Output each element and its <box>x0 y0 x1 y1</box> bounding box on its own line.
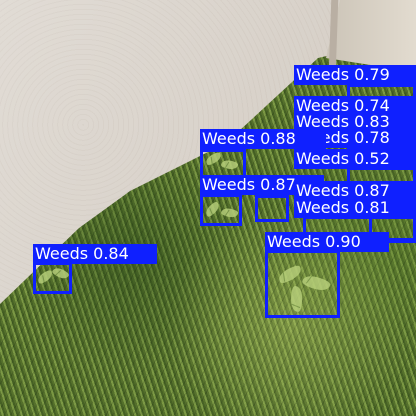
detection-overlay: Weeds 0.79 Weeds 0.74 Weeds 0.83 Weeds 0… <box>0 0 416 416</box>
detection-confidence: 0.84 <box>93 244 129 263</box>
detection-confidence: 0.81 <box>354 198 390 217</box>
detection-confidence: 0.87 <box>260 175 296 194</box>
detection-box <box>33 262 72 294</box>
detection-class: Weeds <box>202 175 256 194</box>
detection-box <box>265 250 340 318</box>
detection-label: Weeds 0.79 <box>294 65 416 85</box>
detection-label: Weeds 0.88 <box>200 129 326 149</box>
detection-confidence: 0.88 <box>260 129 296 148</box>
detection-class: Weeds <box>202 129 256 148</box>
detection-confidence: 0.90 <box>325 232 361 251</box>
weed-detection-image: Weeds 0.79 Weeds 0.74 Weeds 0.83 Weeds 0… <box>0 0 416 416</box>
detection-box <box>200 194 242 226</box>
detection-confidence: 0.52 <box>354 149 390 168</box>
detection-label: Weeds 0.90 <box>265 232 389 252</box>
detection-class: Weeds <box>296 149 350 168</box>
detection-class: Weeds <box>267 232 321 251</box>
detection-box <box>255 195 289 222</box>
detection-label: Weeds 0.84 <box>33 244 157 264</box>
detection-label: Weeds 0.52 <box>294 149 416 169</box>
detection-class: Weeds <box>35 244 89 263</box>
detection-confidence: 0.78 <box>354 128 390 147</box>
detection-confidence: 0.79 <box>354 65 390 84</box>
detection-class: Weeds <box>296 198 350 217</box>
detection-class: Weeds <box>296 65 350 84</box>
detection-label: Weeds 0.81 <box>294 198 416 218</box>
